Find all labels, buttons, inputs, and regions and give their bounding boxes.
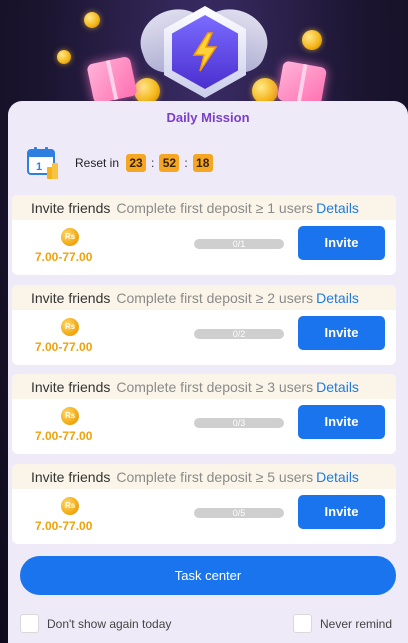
dont-show-option[interactable]: Don't show again today — [20, 614, 171, 633]
details-link[interactable]: Details — [316, 379, 359, 395]
rupee-coin-icon: Rs — [61, 497, 79, 515]
reward-range: 7.00-77.00 — [35, 429, 93, 443]
coin-decoration — [302, 30, 322, 50]
task-header: Invite friends Complete first deposit ≥ … — [12, 374, 396, 399]
task-header: Invite friends Complete first deposit ≥ … — [12, 195, 396, 220]
invite-button[interactable]: Invite — [298, 226, 385, 260]
timer-separator: : — [151, 156, 155, 170]
calendar-icon: 1 — [26, 145, 60, 181]
progress-bar: 0/5 — [194, 508, 284, 518]
dont-show-label: Don't show again today — [47, 616, 172, 631]
task-name: Invite friends — [31, 199, 111, 216]
task-header: Invite friends Complete first deposit ≥ … — [12, 285, 396, 310]
invite-button[interactable]: Invite — [298, 405, 385, 439]
progress-text: 0/2 — [232, 329, 246, 339]
task-name: Invite friends — [31, 289, 111, 306]
progress-text: 0/1 — [232, 239, 246, 249]
progress-text: 0/5 — [232, 508, 246, 518]
timer-seconds: 18 — [192, 154, 213, 172]
progress-text: 0/3 — [232, 418, 246, 428]
task-description: Complete first deposit ≥ 2 users — [116, 289, 314, 306]
task-card: Invite friends Complete first deposit ≥ … — [12, 464, 396, 544]
task-description: Complete first deposit ≥ 5 users — [116, 468, 314, 485]
progress-bar: 0/2 — [194, 329, 284, 339]
timer-hours: 23 — [126, 154, 147, 172]
coin-decoration — [84, 12, 100, 28]
timer-separator: : — [184, 156, 188, 170]
rupee-coin-icon: Rs — [61, 228, 79, 246]
task-card: Invite friends Complete first deposit ≥ … — [12, 285, 396, 365]
never-remind-label: Never remind — [320, 616, 393, 631]
gift-box-decoration — [86, 55, 138, 105]
reset-timer: 1 Reset in 23 : 52 : 18 — [26, 145, 213, 181]
task-card: Invite friends Complete first deposit ≥ … — [12, 374, 396, 454]
details-link[interactable]: Details — [316, 469, 359, 485]
task-description: Complete first deposit ≥ 3 users — [116, 378, 314, 395]
task-header: Invite friends Complete first deposit ≥ … — [12, 464, 396, 489]
details-link[interactable]: Details — [316, 290, 359, 306]
invite-button[interactable]: Invite — [298, 316, 385, 350]
details-link[interactable]: Details — [316, 200, 359, 216]
timer-minutes: 52 — [159, 154, 180, 172]
never-remind-checkbox[interactable] — [293, 614, 312, 633]
dont-show-checkbox[interactable] — [20, 614, 39, 633]
reward-range: 7.00-77.00 — [35, 519, 93, 533]
reward-range: 7.00-77.00 — [35, 340, 93, 354]
task-name: Invite friends — [31, 468, 111, 485]
rupee-coin-icon: Rs — [61, 407, 79, 425]
progress-bar: 0/3 — [194, 418, 284, 428]
task-name: Invite friends — [31, 378, 111, 395]
task-description: Complete first deposit ≥ 1 users — [116, 199, 314, 216]
coin-decoration — [57, 50, 71, 64]
reset-label: Reset in — [75, 156, 120, 170]
never-remind-option[interactable]: Never remind — [293, 614, 392, 633]
progress-bar: 0/1 — [194, 239, 284, 249]
rupee-coin-icon: Rs — [61, 318, 79, 336]
task-card: Invite friends Complete first deposit ≥ … — [12, 195, 396, 275]
svg-text:1: 1 — [36, 161, 42, 173]
invite-button[interactable]: Invite — [298, 495, 385, 529]
task-center-button[interactable]: Task center — [20, 556, 396, 595]
page-title: Daily Mission — [166, 110, 250, 125]
daily-mission-panel: Daily Mission 1 Reset in 23 : 52 : 18 In… — [8, 101, 408, 643]
reward-range: 7.00-77.00 — [35, 250, 93, 264]
